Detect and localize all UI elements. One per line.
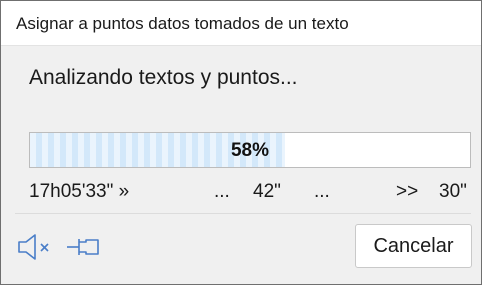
title-bar: Asignar a puntos datos tomados de un tex… [1,1,481,46]
pin-icon [67,239,99,255]
elapsed-time: 17h05'33" » [29,181,130,202]
window-title: Asignar a puntos datos tomados de un tex… [16,14,349,33]
progress-percent-label: 58% [230,140,270,161]
time-readout: 17h05'33" » ... 42" ... >> 30" [29,181,474,205]
time-arrows: >> [396,181,419,202]
footer-separator [15,213,471,214]
time-ellipsis-2: ... [314,181,330,202]
progress-bar: 58% [29,132,471,168]
time-middle: 42" [253,181,281,202]
dialog-content: Analizando textos y puntos... 58% 17h05'… [1,46,481,284]
pin-window-button[interactable] [65,229,105,265]
time-ellipsis-1: ... [214,181,230,202]
status-message: Analizando textos y puntos... [29,66,298,89]
dialog-window: Asignar a puntos datos tomados de un tex… [0,0,482,285]
cancel-button[interactable]: Cancelar [355,224,472,268]
remaining-time: 30" [439,181,467,202]
mute-sound-button[interactable] [15,229,55,265]
speaker-muted-icon [18,234,49,260]
